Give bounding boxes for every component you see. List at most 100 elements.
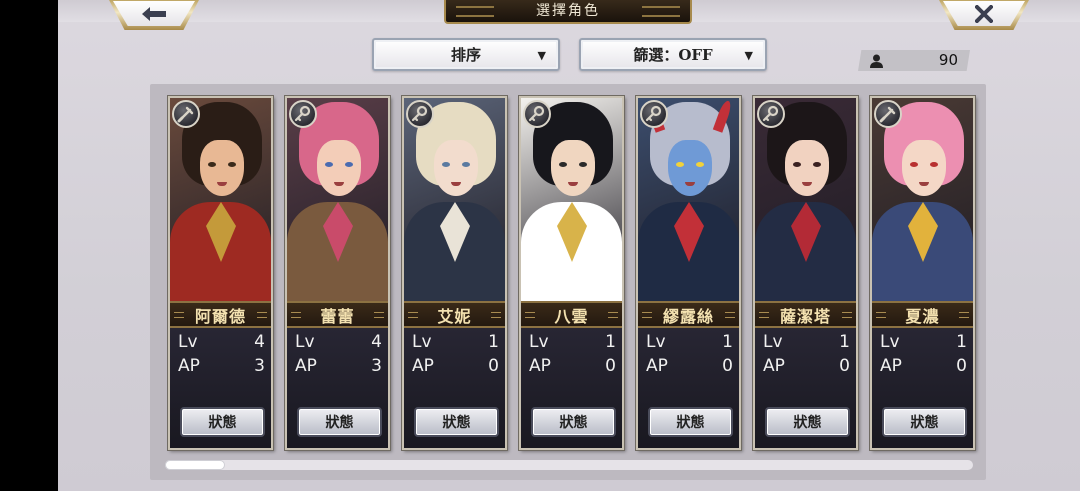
level-row: Lv 4 — [178, 331, 265, 353]
horizontal-scrollbar[interactable] — [165, 460, 973, 470]
ap-value: 0 — [956, 356, 967, 376]
key-icon — [640, 100, 668, 128]
back-button[interactable] — [108, 0, 200, 30]
name-plate: 薩潔塔 — [755, 301, 856, 328]
character-portrait — [170, 98, 271, 301]
ap-row: AP 0 — [646, 355, 733, 377]
character-card[interactable]: 蕾蕾 Lv 4 AP 3 狀態 — [285, 96, 390, 450]
name-plate: 蕾蕾 — [287, 301, 388, 328]
character-stats: Lv 1 AP 0 狀態 — [404, 328, 505, 448]
character-card[interactable]: 夏濃 Lv 1 AP 0 狀態 — [870, 96, 975, 450]
level-value: 4 — [371, 332, 382, 352]
character-portrait — [638, 98, 739, 301]
level-row: Lv 1 — [646, 331, 733, 353]
ap-value: 3 — [254, 356, 265, 376]
close-button[interactable] — [938, 0, 1030, 30]
chevron-down-icon: ▼ — [744, 49, 753, 62]
character-count: 90 — [938, 51, 958, 69]
ap-value: 0 — [839, 356, 850, 376]
status-button-label: 狀態 — [325, 415, 354, 431]
ap-row: AP 3 — [295, 355, 382, 377]
ap-label: AP — [178, 356, 200, 376]
ap-label: AP — [295, 356, 317, 376]
ap-row: AP 0 — [763, 355, 850, 377]
sort-dropdown[interactable]: 排序 ▼ — [372, 38, 560, 71]
ap-value: 0 — [722, 356, 733, 376]
character-name: 夏濃 — [905, 306, 940, 326]
portrait-eye — [325, 162, 333, 167]
status-button[interactable]: 狀態 — [648, 407, 733, 437]
portrait-eye — [676, 162, 684, 167]
level-label: Lv — [295, 332, 315, 352]
status-button-label: 狀態 — [910, 415, 939, 431]
key-icon — [289, 100, 317, 128]
level-value: 1 — [488, 332, 499, 352]
character-card[interactable]: 薩潔塔 Lv 1 AP 0 狀態 — [753, 96, 858, 450]
status-button[interactable]: 狀態 — [531, 407, 616, 437]
portrait-eye — [228, 162, 236, 167]
portrait-eye — [793, 162, 801, 167]
status-button-label: 狀態 — [793, 415, 822, 431]
close-icon — [975, 4, 993, 23]
ap-label: AP — [880, 356, 902, 376]
level-label: Lv — [646, 332, 666, 352]
character-card[interactable]: 阿爾德 Lv 4 AP 3 狀態 — [168, 96, 273, 450]
status-button[interactable]: 狀態 — [882, 407, 967, 437]
portrait-eye — [910, 162, 918, 167]
ap-label: AP — [529, 356, 551, 376]
character-portrait — [755, 98, 856, 301]
portrait-face — [317, 140, 361, 196]
character-card-list[interactable]: 阿爾德 Lv 4 AP 3 狀態 蕾蕾 Lv 4 AP 3 狀態 艾妮 Lv 1… — [168, 96, 988, 456]
portrait-face — [668, 140, 712, 196]
level-row: Lv 1 — [529, 331, 616, 353]
portrait-eye — [930, 162, 938, 167]
ap-value: 3 — [371, 356, 382, 376]
character-card[interactable]: 八雲 Lv 1 AP 0 狀態 — [519, 96, 624, 450]
level-row: Lv 1 — [763, 331, 850, 353]
portrait-eye — [462, 162, 470, 167]
ap-label: AP — [646, 356, 668, 376]
sort-label: 排序 — [450, 46, 481, 64]
ap-row: AP 0 — [880, 355, 967, 377]
name-plate: 八雲 — [521, 301, 622, 328]
character-stats: Lv 4 AP 3 狀態 — [170, 328, 271, 448]
status-button[interactable]: 狀態 — [297, 407, 382, 437]
ap-value: 0 — [605, 356, 616, 376]
character-select-screen: 選擇角色 排序 ▼ 篩選：OFF ▼ 90 阿爾德 Lv 4 AP 3 狀態 蕾… — [58, 0, 1080, 491]
filter-dropdown[interactable]: 篩選：OFF ▼ — [579, 38, 767, 71]
name-plate: 阿爾德 — [170, 301, 271, 328]
character-stats: Lv 1 AP 0 狀態 — [521, 328, 622, 448]
character-card[interactable]: 艾妮 Lv 1 AP 0 狀態 — [402, 96, 507, 450]
level-label: Lv — [412, 332, 432, 352]
sword-icon — [172, 100, 200, 128]
key-icon — [757, 100, 785, 128]
character-portrait — [287, 98, 388, 301]
level-row: Lv 1 — [412, 331, 499, 353]
page-title: 選擇角色 — [536, 3, 600, 19]
portrait-eye — [442, 162, 450, 167]
status-button[interactable]: 狀態 — [180, 407, 265, 437]
name-plate: 繆露絲 — [638, 301, 739, 328]
character-stats: Lv 1 AP 0 狀態 — [872, 328, 973, 448]
status-button[interactable]: 狀態 — [765, 407, 850, 437]
character-stats: Lv 1 AP 0 狀態 — [638, 328, 739, 448]
character-name: 繆露絲 — [662, 306, 714, 326]
portrait-face — [551, 140, 595, 196]
ap-row: AP 3 — [178, 355, 265, 377]
status-button-label: 狀態 — [442, 415, 471, 431]
portrait-eye — [559, 162, 567, 167]
portrait-eye — [208, 162, 216, 167]
status-button[interactable]: 狀態 — [414, 407, 499, 437]
portrait-face — [902, 140, 946, 196]
level-label: Lv — [529, 332, 549, 352]
level-label: Lv — [880, 332, 900, 352]
name-plate: 夏濃 — [872, 301, 973, 328]
scrollbar-thumb[interactable] — [165, 460, 225, 470]
portrait-face — [200, 140, 244, 196]
status-button-label: 狀態 — [208, 415, 237, 431]
ap-row: AP 0 — [412, 355, 499, 377]
character-card[interactable]: 繆露絲 Lv 1 AP 0 狀態 — [636, 96, 741, 450]
character-name: 艾妮 — [437, 306, 472, 326]
level-value: 1 — [722, 332, 733, 352]
level-row: Lv 4 — [295, 331, 382, 353]
